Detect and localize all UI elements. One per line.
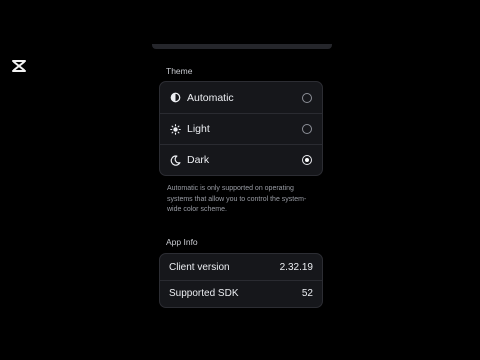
theme-help-text: Automatic is only supported on operating… <box>167 185 307 213</box>
radio-button[interactable] <box>302 124 312 134</box>
supported-sdk-row: Supported SDK 52 <box>160 280 322 306</box>
info-label: Supported SDK <box>169 288 239 299</box>
previous-section-edge <box>152 44 332 49</box>
client-version-row: Client version 2.32.19 <box>160 254 322 280</box>
theme-options-card: Automatic Light Dark <box>159 81 323 176</box>
theme-option-label: Automatic <box>187 91 234 104</box>
theme-option-automatic[interactable]: Automatic <box>160 82 322 113</box>
app-info-section-header: App Info <box>166 237 198 247</box>
moon-icon <box>169 154 181 166</box>
sun-icon <box>169 123 181 135</box>
half-circle-icon <box>169 92 181 104</box>
theme-option-dark[interactable]: Dark <box>160 144 322 175</box>
info-value: 2.32.19 <box>279 261 313 273</box>
info-label: Client version <box>169 261 230 273</box>
info-value: 52 <box>301 288 313 299</box>
app-info-card: Client version 2.32.19 Supported SDK 52 <box>159 253 323 308</box>
radio-button-selected[interactable] <box>302 155 312 165</box>
theme-section-header: Theme <box>166 66 193 76</box>
app-logo-icon <box>10 57 28 75</box>
radio-button[interactable] <box>302 92 312 103</box>
theme-option-label: Light <box>187 123 210 135</box>
theme-option-label: Dark <box>187 154 210 166</box>
theme-option-light[interactable]: Light <box>160 113 322 144</box>
